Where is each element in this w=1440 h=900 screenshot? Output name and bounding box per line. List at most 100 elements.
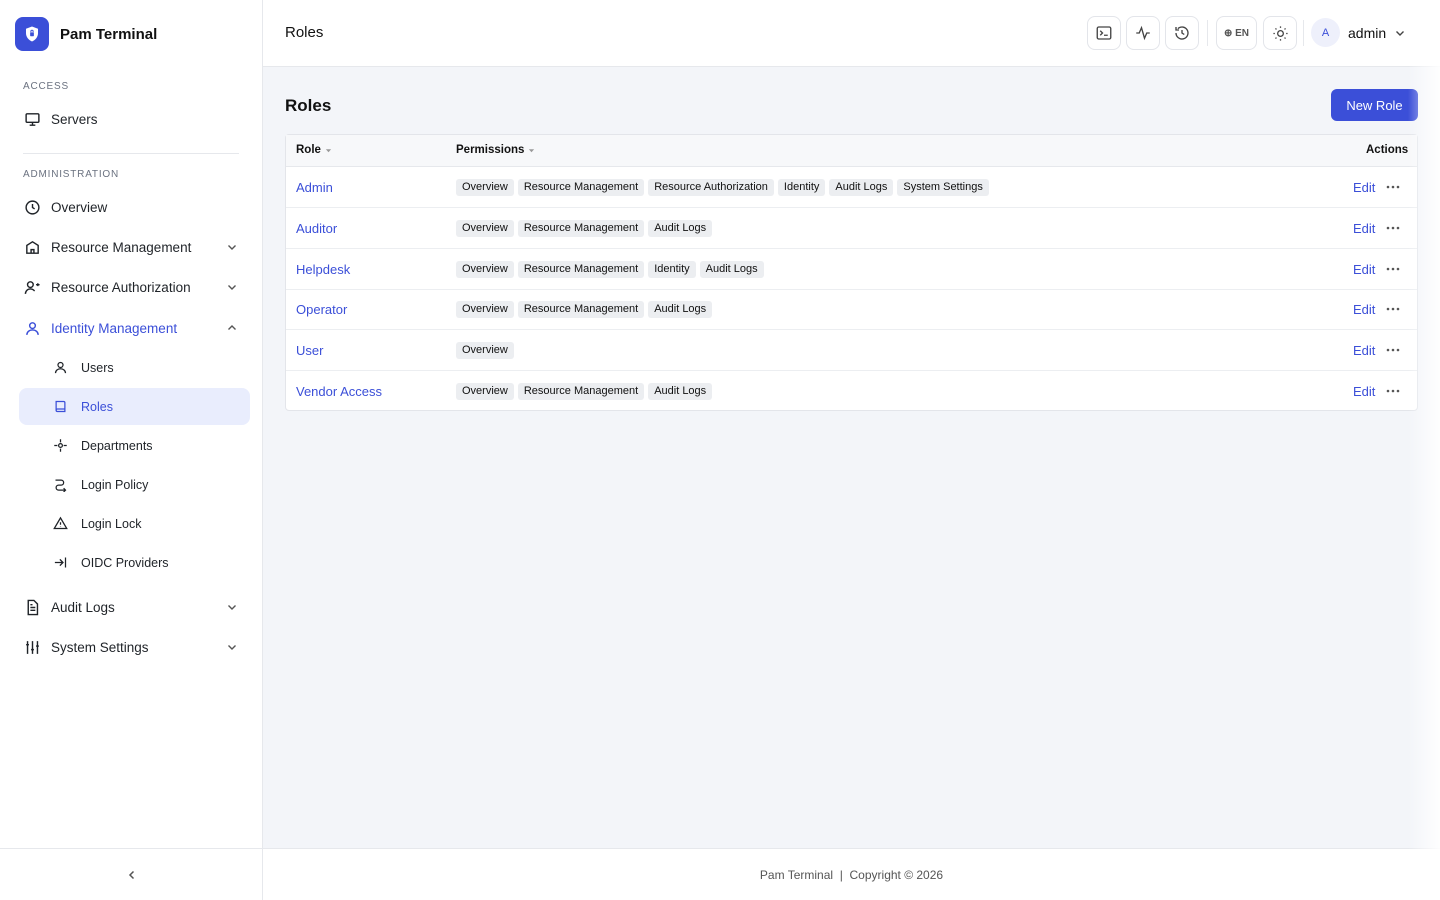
header-divider bbox=[1207, 20, 1208, 46]
chevron-down-icon bbox=[228, 645, 236, 650]
role-name-link[interactable]: Helpdesk bbox=[296, 262, 350, 277]
avatar[interactable]: A bbox=[1311, 18, 1340, 47]
chevron-down-icon[interactable] bbox=[1394, 27, 1406, 39]
edit-link[interactable]: Edit bbox=[1353, 384, 1375, 399]
document-icon bbox=[23, 599, 41, 617]
role-name-link[interactable]: User bbox=[296, 343, 323, 358]
permission-tag: Overview bbox=[456, 179, 514, 196]
route-icon bbox=[52, 477, 68, 493]
username[interactable]: admin bbox=[1348, 25, 1386, 41]
table-row: Auditor Overview Resource Management Audit … bbox=[286, 208, 1417, 249]
sidebar-subitem-label: Users bbox=[81, 360, 114, 375]
column-header-permissions[interactable]: Permissions bbox=[456, 144, 535, 156]
sidebar-item-resource-management[interactable]: Resource Management bbox=[19, 229, 250, 266]
sidebar-subitem-label: Login Lock bbox=[81, 516, 142, 531]
column-header-role[interactable]: Role bbox=[296, 144, 332, 156]
permission-tag: Overview bbox=[456, 383, 514, 400]
monitor-icon bbox=[23, 111, 41, 129]
edit-link[interactable]: Edit bbox=[1353, 221, 1375, 236]
theme-toggle-button[interactable] bbox=[1263, 16, 1297, 50]
permission-tag: Audit Logs bbox=[648, 383, 713, 400]
sidebar-subitem-login-lock[interactable]: Login Lock bbox=[19, 505, 250, 542]
permission-tag: Audit Logs bbox=[829, 179, 894, 196]
edit-link[interactable]: Edit bbox=[1353, 262, 1375, 277]
permission-tags: Overview Resource Management Audit Logs bbox=[456, 301, 713, 319]
permission-tag: Overview bbox=[456, 260, 514, 278]
history-button[interactable] bbox=[1165, 16, 1199, 50]
language-button[interactable]: ⊕ EN bbox=[1216, 16, 1257, 50]
chevron-down-icon bbox=[228, 605, 236, 610]
more-actions-icon[interactable] bbox=[1385, 344, 1401, 356]
sidebar-item-overview[interactable]: Overview bbox=[19, 189, 250, 226]
sidebar-item-servers[interactable]: Servers bbox=[19, 101, 250, 138]
sidebar-subitem-label: Departments bbox=[81, 438, 153, 453]
role-name-link[interactable]: Admin bbox=[296, 180, 333, 195]
warning-triangle-icon bbox=[52, 516, 68, 532]
column-header-label: Permissions bbox=[456, 144, 525, 156]
brand[interactable]: Pam Terminal bbox=[15, 17, 157, 51]
sidebar-item-system-settings[interactable]: System Settings bbox=[19, 629, 250, 666]
edit-link[interactable]: Edit bbox=[1353, 343, 1375, 358]
sidebar-item-label: Resource Authorization bbox=[51, 280, 191, 295]
sidebar-subitem-departments[interactable]: Departments bbox=[19, 427, 250, 464]
book-icon bbox=[52, 399, 68, 415]
column-header-label: Role bbox=[296, 144, 321, 156]
permission-tag: Audit Logs bbox=[648, 301, 713, 319]
permission-tags: Overview Resource Management Audit Logs bbox=[456, 383, 713, 400]
chevron-left-icon bbox=[128, 870, 134, 879]
roles-table: Role Permissions Actions Admin Overview Re… bbox=[285, 134, 1418, 411]
edit-link[interactable]: Edit bbox=[1353, 180, 1375, 195]
table-row: Operator Overview Resource Management Audit… bbox=[286, 289, 1417, 331]
sidebar-item-label: Servers bbox=[51, 112, 98, 127]
more-actions-icon[interactable] bbox=[1385, 263, 1401, 275]
activity-button[interactable] bbox=[1126, 16, 1160, 50]
role-name-link[interactable]: Vendor Access bbox=[296, 384, 382, 399]
sidebar-item-identity-management[interactable]: Identity Management bbox=[19, 310, 250, 347]
sort-caret-icon bbox=[529, 148, 535, 152]
permission-tag: Resource Management bbox=[517, 383, 645, 400]
new-role-button[interactable]: New Role bbox=[1331, 89, 1418, 121]
sidebar: Pam Terminal ACCESS Servers ADMINISTRATI… bbox=[0, 0, 263, 900]
header-title: Roles bbox=[285, 24, 324, 41]
sidebar-subitem-roles[interactable]: Roles bbox=[19, 388, 250, 425]
login-arrow-icon bbox=[52, 555, 68, 571]
sidebar-item-label: Audit Logs bbox=[51, 600, 115, 615]
sidebar-item-audit-logs[interactable]: Audit Logs bbox=[19, 589, 250, 626]
permission-tag: Resource Management bbox=[517, 301, 645, 319]
top-header: Roles ⊕ EN A admin bbox=[263, 0, 1440, 67]
permission-tag: Overview bbox=[456, 219, 514, 237]
permission-tag: Audit Logs bbox=[699, 260, 764, 278]
footer-text: Pam Terminal | Copyright © 2026 bbox=[759, 867, 944, 882]
access-section-label: ACCESS bbox=[23, 81, 69, 92]
sidebar-item-label: Resource Management bbox=[51, 240, 192, 255]
edit-link[interactable]: Edit bbox=[1353, 302, 1375, 317]
sidebar-subitem-label: Roles bbox=[81, 399, 113, 414]
user-icon bbox=[23, 320, 41, 338]
terminal-button[interactable] bbox=[1087, 16, 1121, 50]
more-actions-icon[interactable] bbox=[1385, 303, 1401, 315]
sidebar-item-label: Identity Management bbox=[51, 321, 178, 336]
history-icon bbox=[1175, 26, 1189, 40]
permission-tag: Resource Authorization bbox=[648, 179, 774, 196]
chevron-down-icon bbox=[228, 245, 236, 250]
sidebar-item-resource-authorization[interactable]: Resource Authorization bbox=[19, 269, 250, 306]
more-actions-icon[interactable] bbox=[1385, 181, 1401, 193]
more-actions-icon[interactable] bbox=[1385, 222, 1401, 234]
building-icon bbox=[23, 239, 41, 257]
more-actions-icon[interactable] bbox=[1385, 385, 1401, 397]
language-label: EN bbox=[1235, 27, 1250, 39]
permission-tag: Resource Management bbox=[517, 219, 645, 237]
sidebar-subitem-users[interactable]: Users bbox=[19, 349, 250, 386]
permission-tags: Overview Resource Management Audit Logs bbox=[456, 219, 713, 237]
sliders-icon bbox=[23, 639, 41, 657]
sidebar-subitem-oidc-providers[interactable]: OIDC Providers bbox=[19, 544, 250, 581]
sidebar-subitem-login-policy[interactable]: Login Policy bbox=[19, 466, 250, 503]
app-name: Pam Terminal bbox=[60, 25, 158, 43]
chevron-up-icon bbox=[228, 325, 236, 330]
role-name-link[interactable]: Auditor bbox=[296, 221, 337, 236]
permission-tag: Resource Management bbox=[517, 260, 645, 278]
role-name-link[interactable]: Operator bbox=[296, 302, 347, 317]
globe-icon: ⊕ bbox=[1223, 27, 1236, 39]
table-row: User Overview Edit bbox=[286, 330, 1417, 372]
sidebar-collapse-button[interactable] bbox=[0, 848, 263, 900]
